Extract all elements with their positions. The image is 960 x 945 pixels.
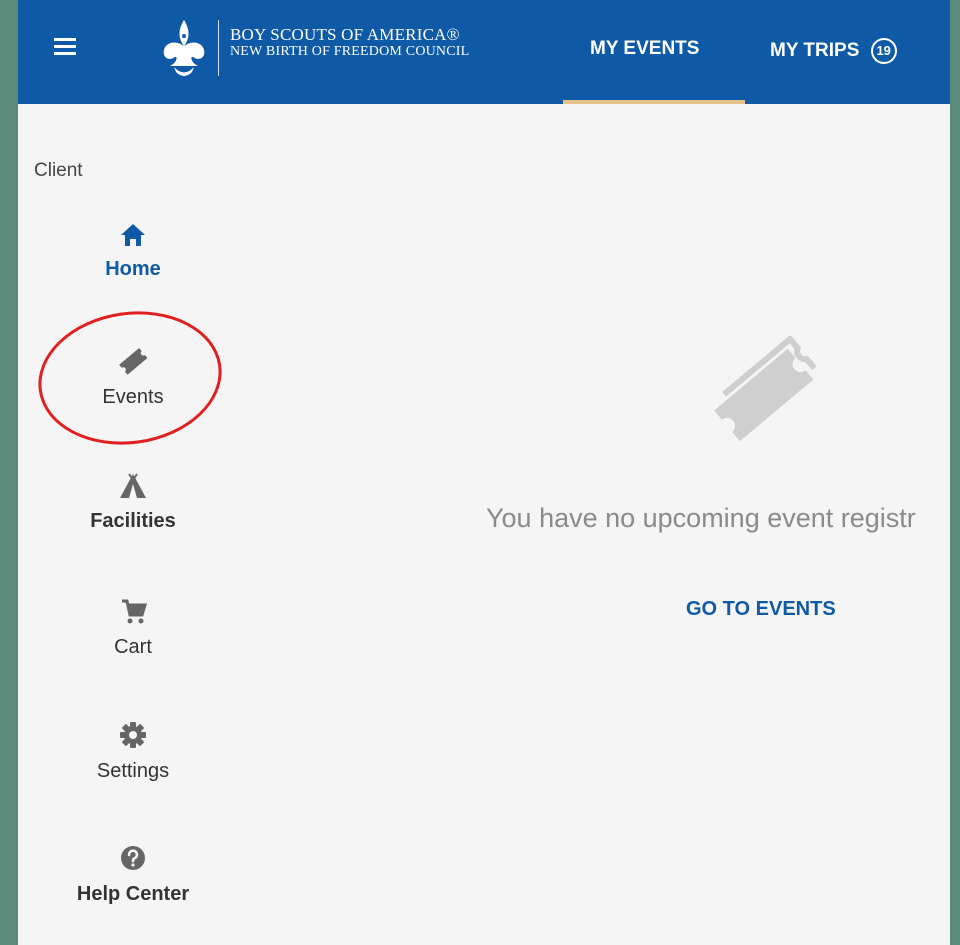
tab-my-events-label: MY EVENTS xyxy=(590,38,700,59)
hamburger-menu-icon[interactable] xyxy=(54,38,76,56)
sidebar-item-label: Help Center xyxy=(76,883,190,905)
app-window: BOY SCOUTS OF AMERICA® NEW BIRTH OF FREE… xyxy=(18,0,950,945)
sidebar-item-home[interactable]: Home xyxy=(58,222,208,281)
sidebar-item-settings[interactable]: Settings xyxy=(58,720,208,783)
tab-my-events[interactable]: MY EVENTS xyxy=(590,38,699,60)
tent-icon xyxy=(120,473,146,498)
tab-my-trips-label: MY TRIPS xyxy=(770,40,860,62)
sidebar-item-label: Home xyxy=(105,258,161,280)
logo-divider xyxy=(218,20,219,76)
gear-icon xyxy=(120,722,146,748)
tab-my-trips[interactable]: MY TRIPS 19 xyxy=(770,38,897,64)
sidebar-item-help-center[interactable]: Help Center xyxy=(58,843,208,906)
help-icon xyxy=(121,846,145,870)
org-name-line1: BOY SCOUTS OF AMERICA® xyxy=(230,25,460,44)
org-name-line2: NEW BIRTH OF FREEDOM COUNCIL xyxy=(230,44,470,59)
sidebar-section-label: Client xyxy=(34,160,83,181)
sidebar-item-label: Facilities xyxy=(90,510,176,532)
top-bar: BOY SCOUTS OF AMERICA® NEW BIRTH OF FREE… xyxy=(18,0,950,104)
organization-name: BOY SCOUTS OF AMERICA® NEW BIRTH OF FREE… xyxy=(230,26,469,60)
sidebar-item-label: Cart xyxy=(114,636,152,658)
empty-state-message: You have no upcoming event registr xyxy=(486,503,916,533)
sidebar-item-label: Settings xyxy=(96,760,170,782)
annotation-circle xyxy=(29,299,231,457)
active-tab-indicator xyxy=(563,100,745,104)
empty-state-ticket-icon xyxy=(714,336,817,442)
go-to-events-button[interactable]: GO TO EVENTS xyxy=(686,598,836,621)
sidebar-item-facilities[interactable]: Facilities xyxy=(58,472,208,533)
sidebar-item-cart[interactable]: Cart xyxy=(58,596,208,659)
cart-icon xyxy=(122,599,148,624)
trips-count-badge: 19 xyxy=(870,38,897,64)
home-icon xyxy=(121,224,145,246)
bsa-fleur-de-lis-logo xyxy=(163,20,205,76)
